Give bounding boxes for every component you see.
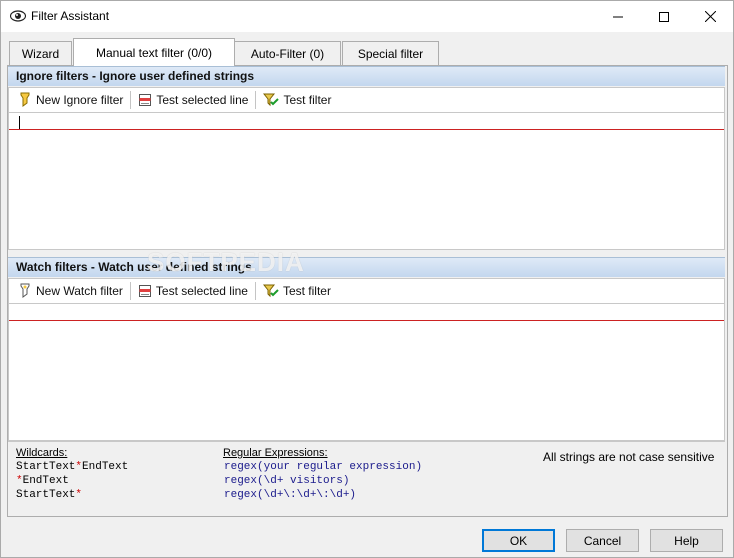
- test-filter-label: Test filter: [282, 284, 331, 298]
- tab-label: Special filter: [357, 46, 424, 61]
- maximize-icon: [659, 11, 669, 22]
- cancel-button[interactable]: Cancel: [566, 529, 639, 552]
- test-selected-line-label: Test selected line: [156, 93, 249, 107]
- regex-arg: (\d+ visitors): [257, 475, 350, 487]
- maximize-button[interactable]: [641, 1, 687, 32]
- new-watch-filter-button[interactable]: New Watch filter: [16, 280, 127, 302]
- wildcard-prefix: StartText: [16, 489, 76, 501]
- regex-fn: regex: [224, 475, 258, 487]
- case-sensitivity-note: All strings are not case sensitive: [543, 450, 715, 464]
- help-button[interactable]: Help: [650, 529, 723, 552]
- regex-fn: regex: [224, 489, 258, 501]
- tab-auto-filter[interactable]: Auto-Filter (0): [234, 41, 341, 65]
- title-bar: Filter Assistant: [1, 1, 733, 32]
- filter-assistant-window: Filter Assistant Wizard Manual text filt…: [0, 0, 734, 558]
- regex-example: regex(\d+\:\d+\:\d+): [224, 488, 356, 502]
- toolbar-separator: [255, 91, 257, 109]
- regex-arg: (\d+\:\d+\:\d+): [257, 489, 357, 501]
- wildcard-suffix: EndText: [82, 461, 129, 473]
- ignore-toolbar: New Ignore filter Test selected line Tes…: [8, 87, 725, 113]
- toolbar-separator: [254, 282, 256, 300]
- watch-toolbar: New Watch filter Test selected line Test…: [8, 278, 725, 304]
- text-caret: [19, 116, 20, 129]
- wildcard-example: StartText*EndText: [16, 460, 128, 474]
- tab-manual-text-filter[interactable]: Manual text filter (0/0): [73, 38, 235, 66]
- regex-fn: regex: [224, 461, 258, 473]
- ignore-test-filter-button[interactable]: Test filter: [261, 89, 335, 111]
- wildcard-suffix: EndText: [22, 475, 69, 487]
- tab-label: Wizard: [21, 46, 60, 61]
- syntax-help-area: Wildcards: StartText*EndText *EndText St…: [8, 441, 725, 513]
- watch-filter-entry-line[interactable]: [9, 320, 724, 321]
- watch-test-selected-line-button[interactable]: Test selected line: [136, 280, 252, 302]
- funnel-watch-new-icon: [20, 283, 30, 298]
- softpedia-watermark: SOFTPEDIA: [147, 247, 305, 277]
- test-selected-line-label: Test selected line: [155, 284, 248, 298]
- window-title: Filter Assistant: [31, 9, 110, 23]
- wildcard-star: *: [16, 475, 23, 487]
- regex-title: Regular Expressions:: [223, 447, 328, 459]
- close-icon: [704, 11, 716, 22]
- tab-wizard[interactable]: Wizard: [9, 41, 72, 65]
- close-button[interactable]: [687, 1, 733, 32]
- ignore-filter-list[interactable]: [8, 113, 725, 250]
- ok-button[interactable]: OK: [482, 529, 555, 552]
- tab-label: Auto-Filter (0): [250, 46, 325, 61]
- regex-example: regex(\d+ visitors): [224, 474, 349, 488]
- toolbar-separator: [130, 91, 132, 109]
- wildcard-example: StartText*: [16, 488, 82, 502]
- watch-filters-header: Watch filters - Watch user defined strin…: [8, 257, 725, 277]
- funnel-check-icon: [262, 284, 279, 298]
- regex-example: regex(your regular expression): [224, 460, 422, 474]
- new-ignore-filter-button[interactable]: New Ignore filter: [16, 89, 127, 111]
- new-ignore-filter-label: New Ignore filter: [36, 93, 124, 107]
- new-watch-filter-label: New Watch filter: [36, 284, 123, 298]
- eye-icon: [10, 10, 26, 22]
- watch-test-filter-button[interactable]: Test filter: [261, 280, 335, 302]
- wildcard-example: *EndText: [16, 474, 69, 488]
- regex-arg: (your regular expression): [257, 461, 423, 473]
- wildcard-prefix: StartText: [16, 461, 76, 473]
- document-test-icon: [138, 285, 151, 297]
- funnel-check-icon: [263, 93, 280, 107]
- test-filter-label: Test filter: [283, 93, 332, 107]
- ignore-filter-entry-line[interactable]: [9, 129, 724, 130]
- funnel-new-icon: [20, 92, 30, 107]
- toolbar-separator: [129, 282, 131, 300]
- watch-filter-list[interactable]: [8, 304, 725, 441]
- wildcards-title: Wildcards:: [16, 447, 68, 459]
- minimize-button[interactable]: [595, 1, 641, 32]
- tab-label: Manual text filter (0/0): [95, 45, 213, 60]
- document-test-icon: [139, 94, 152, 106]
- wildcard-star: *: [75, 489, 83, 501]
- ignore-test-selected-line-button[interactable]: Test selected line: [136, 89, 252, 111]
- ignore-filters-header: Ignore filters - Ignore user defined str…: [8, 66, 725, 86]
- tab-special-filter[interactable]: Special filter: [342, 41, 439, 65]
- minimize-icon: [613, 16, 623, 17]
